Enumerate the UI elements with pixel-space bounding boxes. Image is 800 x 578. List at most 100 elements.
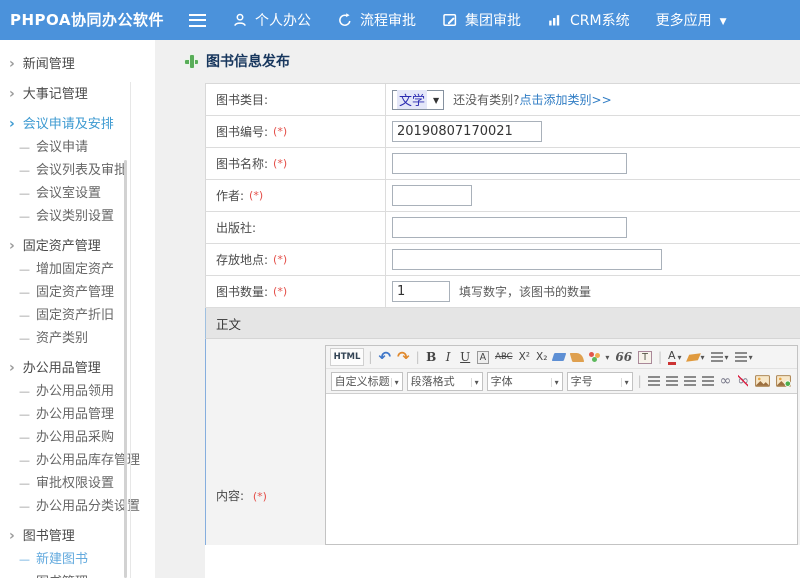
sidebar-item-meeting-category[interactable]: 会议类别设置 xyxy=(0,205,155,228)
sidebar-group-news[interactable]: 新闻管理 xyxy=(0,53,155,76)
toolbar-separator: | xyxy=(416,350,420,364)
undo-button[interactable] xyxy=(376,348,393,366)
strikethrough-button[interactable] xyxy=(493,348,514,366)
font-color-button[interactable] xyxy=(666,348,684,366)
dash-icon xyxy=(19,140,36,155)
top-menu-item-personal-office[interactable]: 个人办公 xyxy=(219,0,324,40)
menu-toggle-button[interactable] xyxy=(176,0,219,40)
remove-format-button[interactable] xyxy=(551,348,567,366)
sidebar-item-book-manage[interactable]: 图书管理 xyxy=(0,571,155,578)
sidebar-item-supplies-purchase[interactable]: 办公用品采购 xyxy=(0,426,155,449)
field-label-cell: 内容: (*) xyxy=(206,339,319,545)
italic-button[interactable] xyxy=(441,348,456,366)
sidebar-item-meeting-apply[interactable]: 会议申请 xyxy=(0,136,155,159)
superscript-button[interactable] xyxy=(517,348,532,366)
form-row-content: 内容: (*) HTML | | xyxy=(205,339,800,545)
sidebar-item-meeting-room[interactable]: 会议室设置 xyxy=(0,182,155,205)
select-caret-icon xyxy=(621,374,632,389)
top-menu-item-group-approval[interactable]: 集团审批 xyxy=(429,0,534,40)
custom-heading-select[interactable]: 自定义标题 xyxy=(331,372,403,391)
sidebar-item-label: 会议类别设置 xyxy=(36,209,114,224)
paste-as-text-button[interactable] xyxy=(636,348,654,366)
required-marker: (*) xyxy=(273,125,287,138)
paragraph-format-select[interactable]: 段落格式 xyxy=(407,372,483,391)
field-label-cell: 图书数量: (*) xyxy=(206,276,386,307)
dash-icon xyxy=(19,262,36,277)
sidebar-item-asset-depreciation[interactable]: 固定资产折旧 xyxy=(0,304,155,327)
page-title-row: 图书信息发布 xyxy=(185,51,290,71)
book-no-input[interactable] xyxy=(392,121,542,142)
sidebar-item-new-book[interactable]: 新建图书 xyxy=(0,548,155,571)
field-value-cell xyxy=(386,180,800,211)
sidebar-item-supplies-manage[interactable]: 办公用品管理 xyxy=(0,403,155,426)
align-left-button[interactable] xyxy=(646,372,662,390)
source-code-button[interactable]: HTML xyxy=(330,348,365,366)
category-select[interactable]: 文学 xyxy=(392,90,444,110)
form-row-location: 存放地点: (*) xyxy=(205,244,800,276)
sidebar-item-asset-category[interactable]: 资产类别 xyxy=(0,327,155,350)
main-content: 图书信息发布 图书类目: 文学 还没有类别? 点击添加类别>> 图书编号: (*… xyxy=(155,40,800,578)
sidebar-scrollbar[interactable] xyxy=(124,160,127,578)
emoticon-picker-button[interactable] xyxy=(587,348,611,366)
book-form: 图书类目: 文学 还没有类别? 点击添加类别>> 图书编号: (*) xyxy=(205,83,800,578)
blockquote-button[interactable] xyxy=(613,348,634,366)
sidebar-group-memorabilia[interactable]: 大事记管理 xyxy=(0,83,155,106)
insert-link-button[interactable] xyxy=(718,372,734,390)
sidebar-item-label: 增加固定资产 xyxy=(36,262,114,277)
sidebar-group-office-supplies[interactable]: 办公用品管理 xyxy=(0,357,155,380)
highlight-color-button[interactable] xyxy=(686,348,707,366)
top-menu: 个人办公 流程审批 集团审批 CRM系统 更多应用 xyxy=(176,0,740,40)
author-input[interactable] xyxy=(392,185,472,206)
sidebar-item-add-asset[interactable]: 增加固定资产 xyxy=(0,258,155,281)
unordered-list-button[interactable] xyxy=(733,348,755,366)
required-marker: (*) xyxy=(273,285,287,298)
align-justify-button[interactable] xyxy=(700,372,716,390)
field-label: 图书数量: xyxy=(216,283,268,300)
remove-link-button[interactable] xyxy=(735,372,751,390)
font-size-select[interactable]: 字号 xyxy=(567,372,633,391)
location-input[interactable] xyxy=(392,249,662,270)
sidebar-group-meeting[interactable]: 会议申请及安排 xyxy=(0,113,155,136)
sidebar-item-approval-permission[interactable]: 审批权限设置 xyxy=(0,472,155,495)
sidebar-group-label: 会议申请及安排 xyxy=(23,117,114,132)
quantity-input[interactable] xyxy=(392,281,450,302)
align-right-button[interactable] xyxy=(682,372,698,390)
publisher-input[interactable] xyxy=(392,217,627,238)
insert-image-button[interactable] xyxy=(774,372,793,390)
sidebar-item-asset-manage[interactable]: 固定资产管理 xyxy=(0,281,155,304)
background-color-button[interactable] xyxy=(475,348,492,366)
sidebar-item-supplies-claim[interactable]: 办公用品领用 xyxy=(0,380,155,403)
align-center-button[interactable] xyxy=(664,372,680,390)
caret-down-icon xyxy=(712,12,727,28)
select-caret-icon xyxy=(427,92,439,107)
sidebar-group-fixed-assets[interactable]: 固定资产管理 xyxy=(0,235,155,258)
bold-button[interactable] xyxy=(424,348,439,366)
image-button[interactable] xyxy=(753,372,772,390)
add-category-link[interactable]: 点击添加类别>> xyxy=(520,91,612,108)
sidebar-item-label: 办公用品采购 xyxy=(36,430,114,445)
top-menu-item-more-apps[interactable]: 更多应用 xyxy=(643,0,740,40)
sidebar-item-meeting-list[interactable]: 会议列表及审批 xyxy=(0,159,155,182)
field-label-cell: 图书名称: (*) xyxy=(206,148,386,179)
underline-button[interactable] xyxy=(458,348,473,366)
format-brush-button[interactable] xyxy=(569,348,585,366)
sidebar-group-books[interactable]: 图书管理 xyxy=(0,525,155,548)
font-family-select[interactable]: 字体 xyxy=(487,372,563,391)
required-marker: (*) xyxy=(253,490,267,503)
sidebar-item-supplies-classification[interactable]: 办公用品分类设置 xyxy=(0,495,155,518)
ordered-list-button[interactable] xyxy=(709,348,731,366)
editor-toolbar-row-2: 自定义标题 段落格式 字体 字号 | xyxy=(326,369,797,394)
book-name-input[interactable] xyxy=(392,153,627,174)
sidebar-item-supplies-inventory[interactable]: 办公用品库存管理 xyxy=(0,449,155,472)
top-menu-item-workflow-approval[interactable]: 流程审批 xyxy=(324,0,429,40)
dash-icon xyxy=(19,499,36,514)
chevron-right-icon xyxy=(9,117,23,132)
category-selected-value: 文学 xyxy=(397,90,427,109)
redo-button[interactable] xyxy=(395,348,412,366)
sidebar-group-label: 大事记管理 xyxy=(23,87,88,102)
editor-content-area[interactable] xyxy=(326,394,797,545)
top-menu-item-crm[interactable]: CRM系统 xyxy=(534,0,643,40)
subscript-button[interactable] xyxy=(534,348,549,366)
top-menu-label: 集团审批 xyxy=(465,10,521,30)
sidebar-item-label: 办公用品领用 xyxy=(36,384,114,399)
